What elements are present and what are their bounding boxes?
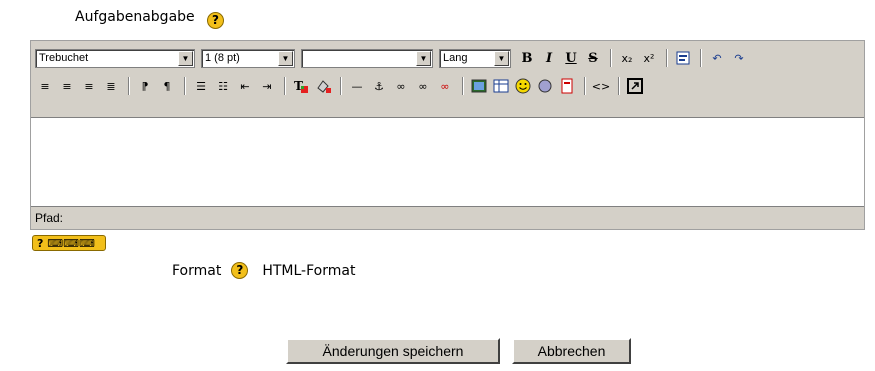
nolink-icon[interactable]: ∞ (435, 75, 455, 97)
font-family-select[interactable]: Trebuchet ▼ (35, 48, 195, 68)
format-help-icon[interactable]: ? (231, 262, 249, 279)
toolbar-separator (618, 77, 620, 95)
cancel-button[interactable]: Abbrechen (512, 338, 631, 364)
editor-content-area[interactable] (31, 117, 864, 207)
insert-file-icon[interactable] (557, 75, 577, 97)
format-value: HTML-Format (262, 262, 356, 279)
superscript-button[interactable]: x² (639, 47, 659, 69)
redo-icon[interactable]: ↷ (729, 47, 749, 69)
heading-select[interactable]: ▼ (301, 48, 433, 68)
ordered-list-icon[interactable]: ☰ (191, 75, 211, 97)
toolbar-separator (184, 77, 186, 95)
toolbar-separator (584, 77, 586, 95)
outdent-icon[interactable]: ⇤ (235, 75, 255, 97)
html-source-icon[interactable]: <> (591, 75, 611, 97)
toolbar-row-1: Trebuchet ▼ 1 (8 pt) ▼ ▼ Lang ▼ B I U S … (35, 45, 860, 71)
text-color-icon[interactable]: T (291, 75, 311, 97)
format-label: Format (172, 262, 222, 279)
dropdown-arrow-icon: ▼ (278, 50, 293, 66)
toolbar-row-2: ≡ ≡ ≡ ≣ ⁋ ¶ ☰ ☷ ⇤ ⇥ T — ⚓ ∞ ∞ ∞ <> (35, 73, 860, 99)
bold-button[interactable]: B (517, 47, 537, 69)
unlink-icon[interactable]: ∞ (413, 75, 433, 97)
special-char-icon[interactable] (535, 75, 555, 97)
align-justify-icon[interactable]: ≣ (101, 75, 121, 97)
toolbar-separator (340, 77, 342, 95)
unordered-list-icon[interactable]: ☷ (213, 75, 233, 97)
table-icon[interactable] (491, 75, 511, 97)
help-icon[interactable]: ? (207, 12, 224, 29)
lang-select[interactable]: Lang ▼ (439, 48, 511, 68)
font-size-value: 1 (8 pt) (205, 51, 240, 64)
underline-button[interactable]: U (561, 47, 581, 69)
font-family-value: Trebuchet (39, 51, 89, 64)
align-left-icon[interactable]: ≡ (35, 75, 55, 97)
subscript-button[interactable]: x₂ (617, 47, 637, 69)
font-size-select[interactable]: 1 (8 pt) ▼ (201, 48, 295, 68)
align-right-icon[interactable]: ≡ (79, 75, 99, 97)
dropdown-arrow-icon: ▼ (178, 50, 193, 66)
field-label: Aufgabenabgabe (75, 9, 195, 25)
horizontal-rule-icon[interactable]: — (347, 75, 367, 97)
image-icon[interactable] (469, 75, 489, 97)
strikethrough-button[interactable]: S (583, 47, 603, 69)
background-color-icon[interactable] (313, 75, 333, 97)
anchor-icon[interactable]: ⚓ (369, 75, 389, 97)
dropdown-arrow-icon: ▼ (416, 50, 431, 66)
format-row: Format ? HTML-Format (172, 262, 355, 279)
editor-path-bar: Pfad: (35, 211, 64, 225)
keyboard-help-icon[interactable]: ? ⌨⌨⌨ (32, 235, 106, 251)
undo-icon[interactable]: ↶ (707, 47, 727, 69)
dropdown-arrow-icon: ▼ (494, 50, 509, 66)
html-editor: Trebuchet ▼ 1 (8 pt) ▼ ▼ Lang ▼ B I U S … (30, 40, 865, 230)
paste-word-icon[interactable] (673, 47, 693, 69)
save-changes-button[interactable]: Änderungen speichern (286, 338, 500, 364)
toolbar-separator (284, 77, 286, 95)
italic-button[interactable]: I (539, 47, 559, 69)
toolbar-separator (666, 49, 668, 67)
toolbar-separator (610, 49, 612, 67)
toolbar-separator (462, 77, 464, 95)
smiley-icon[interactable] (513, 75, 533, 97)
align-center-icon[interactable]: ≡ (57, 75, 77, 97)
ltr-icon[interactable]: ⁋ (135, 75, 155, 97)
rtl-icon[interactable]: ¶ (157, 75, 177, 97)
lang-value: Lang (443, 51, 468, 64)
toolbar-separator (700, 49, 702, 67)
indent-icon[interactable]: ⇥ (257, 75, 277, 97)
fullscreen-icon[interactable] (625, 75, 645, 97)
link-icon[interactable]: ∞ (391, 75, 411, 97)
toolbar-separator (128, 77, 130, 95)
